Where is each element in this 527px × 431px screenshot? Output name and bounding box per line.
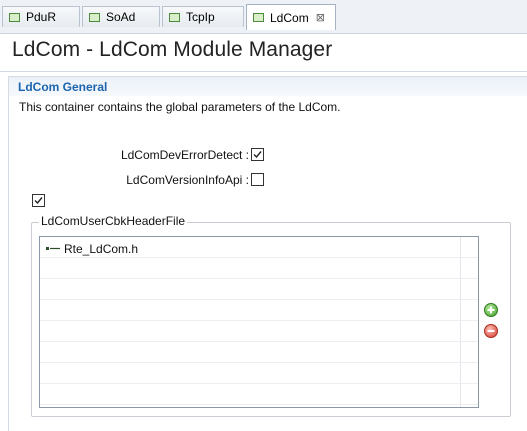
standalone-checkbox[interactable]: [32, 194, 45, 207]
version-info-api-checkbox[interactable]: [251, 173, 264, 186]
add-plus-icon: [487, 306, 495, 314]
tab-label: LdCom: [270, 10, 309, 25]
remove-item-button[interactable]: [484, 324, 498, 338]
dev-error-detect-checkbox[interactable]: [251, 148, 264, 161]
page-title: LdCom - LdCom Module Manager: [12, 38, 333, 61]
title-divider: [0, 71, 527, 72]
module-file-icon: [89, 12, 100, 22]
module-file-icon: [9, 12, 20, 22]
checkmark-icon: [34, 197, 43, 205]
group-label: LdComUserCbkHeaderFile: [39, 214, 188, 228]
checkmark-icon: [253, 151, 262, 159]
editor-tab-bar: PduR SoAd TcpIp LdCom ⊠: [0, 0, 527, 34]
remove-minus-icon: [487, 330, 495, 332]
list-item-icon: [46, 247, 60, 250]
section-description: This container contains the global param…: [19, 100, 341, 114]
tab-label: SoAd: [106, 10, 136, 24]
tab-pdur[interactable]: PduR: [2, 6, 80, 27]
tab-ldcom[interactable]: LdCom ⊠: [246, 4, 336, 30]
dev-error-detect-label: LdComDevErrorDetect :: [120, 148, 249, 162]
list-row-empty: [40, 384, 478, 405]
module-file-icon: [253, 13, 264, 22]
section-title[interactable]: LdCom General: [18, 80, 107, 94]
list-row-empty: [40, 258, 478, 279]
tab-label: PduR: [26, 10, 57, 24]
version-info-api-label: LdComVersionInfoApi :: [126, 173, 249, 187]
tab-label: TcpIp: [186, 10, 215, 24]
editor-window: PduR SoAd TcpIp LdCom ⊠ LdCom - LdCom Mo…: [0, 0, 527, 431]
list-row-empty: [40, 342, 478, 363]
list-row-empty: [40, 321, 478, 342]
list-row-empty: [40, 279, 478, 300]
add-item-button[interactable]: [484, 303, 498, 317]
header-file-list[interactable]: Rte_LdCom.h: [39, 236, 479, 408]
list-row-empty: [40, 363, 478, 384]
tab-soad[interactable]: SoAd: [82, 6, 160, 27]
list-item-label: Rte_LdCom.h: [64, 242, 139, 256]
module-file-icon: [169, 12, 180, 22]
list-item[interactable]: Rte_LdCom.h: [40, 237, 478, 258]
list-row-empty: [40, 300, 478, 321]
tab-tcpip[interactable]: TcpIp: [162, 6, 244, 27]
close-icon[interactable]: ⊠: [316, 11, 325, 24]
